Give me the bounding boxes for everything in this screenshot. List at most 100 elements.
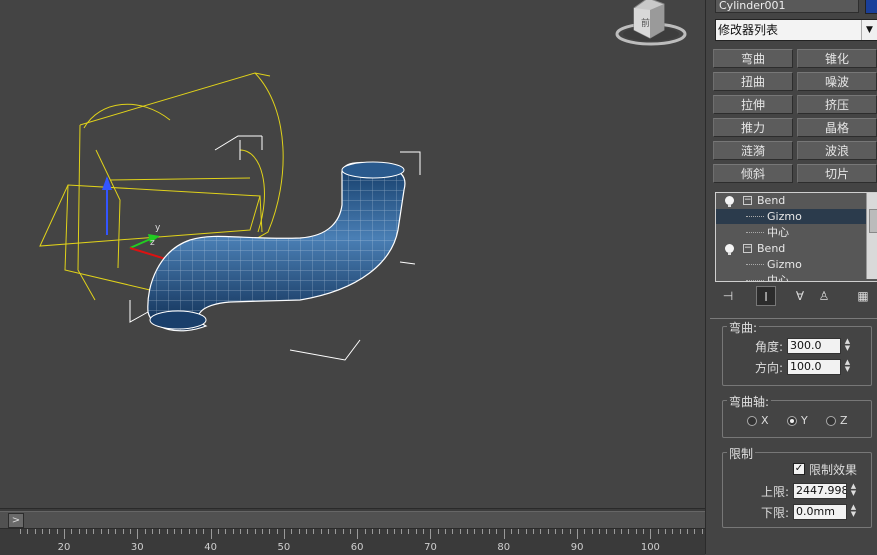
angle-spinner[interactable]: ▲ ▼ xyxy=(843,338,852,354)
axis-x-radio[interactable] xyxy=(747,416,757,426)
ruler-tick xyxy=(599,529,601,534)
limit-group: 限制 ✓ 限制效果 上限: 2447.998 ▲ ▼ 下限: 0.0mm ▲ ▼ xyxy=(722,445,872,528)
ruler-tick xyxy=(489,529,491,534)
stack-sub-item[interactable]: Gizmo xyxy=(716,209,877,224)
modifier-button[interactable]: 切片 xyxy=(797,164,877,183)
stack-modifier-item[interactable]: − Bend xyxy=(716,193,877,208)
modifier-button[interactable]: 拉伸 xyxy=(713,95,793,114)
ruler-tick xyxy=(540,529,542,534)
stack-modifier-item[interactable]: − Bend xyxy=(716,241,877,256)
angle-input[interactable]: 300.0 xyxy=(787,338,841,354)
ruler-tick xyxy=(269,529,271,534)
axis-z-radio[interactable] xyxy=(826,416,836,426)
chevron-down-icon[interactable]: ▼ xyxy=(861,20,877,40)
object-name-field[interactable]: Cylinder001 xyxy=(715,0,859,13)
ruler-tick xyxy=(335,529,337,534)
ruler-tick xyxy=(254,529,256,534)
ruler-tick xyxy=(159,529,161,534)
upper-limit-input[interactable]: 2447.998 xyxy=(793,483,847,499)
modifier-button[interactable]: 倾斜 xyxy=(713,164,793,183)
modifier-stack-toolbar: ⊣ Ⅰ ∀ ♙ ▦ xyxy=(718,286,877,306)
stack-item-label: Bend xyxy=(757,242,786,255)
direction-spinner[interactable]: ▲ ▼ xyxy=(843,359,852,375)
lower-limit-spinner[interactable]: ▲ ▼ xyxy=(849,504,858,520)
object-color-swatch[interactable] xyxy=(865,0,877,14)
scene-canvas[interactable]: y z xyxy=(0,0,705,508)
modifier-button[interactable]: 噪波 xyxy=(797,72,877,91)
ruler-tick xyxy=(276,529,278,534)
ruler-tick-label: 30 xyxy=(130,542,144,553)
modifier-button[interactable]: 挤压 xyxy=(797,95,877,114)
ruler-tick xyxy=(129,529,131,534)
stack-sub-item[interactable]: 中心 xyxy=(716,225,877,240)
track-bar-ruler[interactable]: 20 30 40 50 60 70 80 90 100 xyxy=(0,529,705,555)
modifier-button[interactable]: 扭曲 xyxy=(713,72,793,91)
modifier-button[interactable]: 涟漪 xyxy=(713,141,793,160)
ruler-tick xyxy=(474,529,476,534)
configure-sets-icon[interactable]: ▦ xyxy=(853,286,873,306)
remove-modifier-icon[interactable]: ♙ xyxy=(814,286,834,306)
axis-y-label: Y xyxy=(801,414,808,427)
show-end-result-icon[interactable]: Ⅰ xyxy=(756,286,776,306)
stack-sub-item[interactable]: Gizmo xyxy=(716,257,877,272)
modifier-stack-scrollbar[interactable] xyxy=(866,193,877,279)
time-slider[interactable]: > xyxy=(0,511,705,529)
direction-input[interactable]: 100.0 xyxy=(787,359,841,375)
lightbulb-icon[interactable] xyxy=(725,196,734,207)
limit-effect-checkbox[interactable]: ✓ xyxy=(793,463,805,475)
upper-limit-spinner[interactable]: ▲ ▼ xyxy=(849,483,858,499)
ruler-tick xyxy=(555,529,557,534)
stack-item-label: Gizmo xyxy=(767,258,802,271)
modifier-button[interactable]: 推力 xyxy=(713,118,793,137)
modifier-button[interactable]: 晶格 xyxy=(797,118,877,137)
ruler-tick xyxy=(518,529,520,534)
angle-label: 角度: xyxy=(755,340,784,354)
modifier-list-dropdown[interactable]: 修改器列表 ▼ xyxy=(715,19,877,41)
ruler-tick xyxy=(107,529,109,534)
ruler-tick xyxy=(393,529,395,534)
bend-axis-title: 弯曲轴: xyxy=(727,393,772,410)
ruler-tick xyxy=(672,529,674,534)
viewcube[interactable]: 前 xyxy=(612,0,690,50)
collapse-icon[interactable]: − xyxy=(743,196,752,205)
lower-limit-input[interactable]: 0.0mm xyxy=(793,504,847,520)
ruler-tick-label: 70 xyxy=(424,542,437,553)
ruler-tick xyxy=(679,529,681,534)
pin-stack-icon[interactable]: ⊣ xyxy=(718,286,738,306)
viewcube-label: 前 xyxy=(641,17,650,29)
scrollbar-thumb[interactable] xyxy=(869,209,877,233)
stack-item-label: 中心 xyxy=(767,274,789,282)
ruler-tick xyxy=(166,529,168,534)
ruler-tick xyxy=(701,529,703,534)
ruler-tick xyxy=(85,529,87,534)
bend-params-group: 弯曲: 角度: 300.0 ▲ ▼ 方向: 100.0 ▲ ▼ xyxy=(722,319,872,386)
lightbulb-icon[interactable] xyxy=(725,244,734,255)
ruler-tick xyxy=(327,529,329,534)
ruler-tick xyxy=(687,529,689,534)
ruler-tick-label: 50 xyxy=(277,542,291,553)
ruler-tick xyxy=(56,529,58,534)
stack-sub-item[interactable]: 中心 xyxy=(716,273,877,282)
collapse-icon[interactable]: − xyxy=(743,244,752,253)
ruler-tick xyxy=(650,529,652,539)
bend-group-title: 弯曲: xyxy=(727,319,760,336)
limit-effect-label: 限制效果 xyxy=(809,463,858,477)
ruler-tick xyxy=(225,529,227,534)
ruler-tick xyxy=(628,529,630,534)
modifier-button[interactable]: 波浪 xyxy=(797,141,877,160)
axis-y-radio[interactable] xyxy=(787,416,797,426)
modifier-button[interactable]: 弯曲 xyxy=(713,49,793,68)
ruler-tick xyxy=(298,529,300,534)
ruler-tick xyxy=(386,529,388,534)
modifier-button[interactable]: 锥化 xyxy=(797,49,877,68)
time-slider-next-button[interactable]: > xyxy=(8,513,24,528)
viewport-perspective[interactable]: y z 前 xyxy=(0,0,705,508)
ruler-tick xyxy=(511,529,513,534)
ruler-tick-label: 80 xyxy=(497,542,511,553)
ruler-tick xyxy=(445,529,447,534)
ruler-tick xyxy=(115,529,117,534)
modifier-stack[interactable]: − Bend Gizmo 中心 − Bend Gizmo 中心 xyxy=(715,192,877,282)
ruler-tick xyxy=(591,529,593,534)
make-unique-icon[interactable]: ∀ xyxy=(790,286,810,306)
tree-connector xyxy=(746,264,764,265)
